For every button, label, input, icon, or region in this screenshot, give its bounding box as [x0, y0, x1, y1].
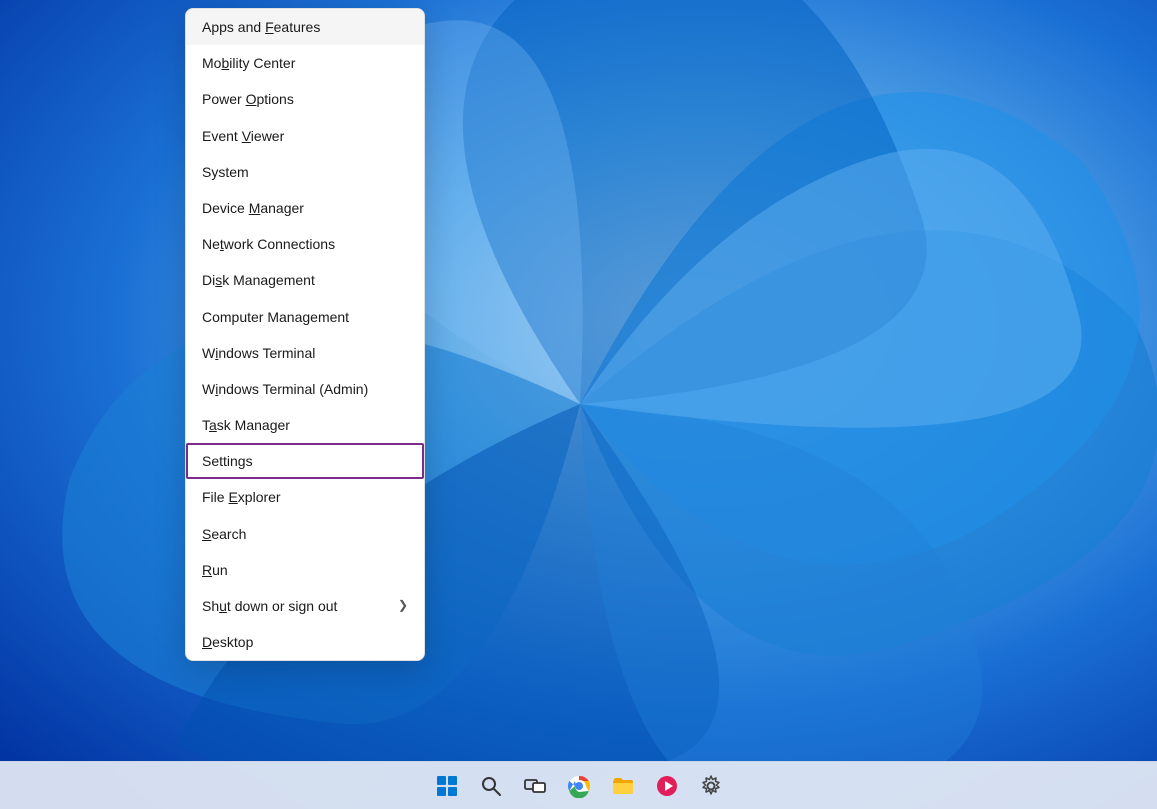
taskbar [0, 761, 1157, 809]
file-explorer-taskbar-button[interactable] [603, 766, 643, 806]
menu-item-windows-terminal[interactable]: Windows Terminal [186, 335, 424, 371]
menu-item-label: Desktop [202, 633, 253, 651]
settings-taskbar-button[interactable] [691, 766, 731, 806]
menu-item-label: Power Options [202, 90, 294, 108]
desktop-background [0, 0, 1157, 809]
menu-item-label: File Explorer [202, 488, 281, 506]
menu-item-label: Network Connections [202, 235, 335, 253]
menu-item-shut-down-sign-out[interactable]: Shut down or sign out ❯ [186, 588, 424, 624]
submenu-arrow-icon: ❯ [398, 598, 408, 614]
menu-item-label: Device Manager [202, 199, 304, 217]
menu-item-settings[interactable]: Settings [186, 443, 424, 479]
start-button[interactable] [427, 766, 467, 806]
menu-item-label: Run [202, 561, 228, 579]
menu-item-label: Windows Terminal [202, 344, 315, 362]
menu-item-label: Mobility Center [202, 54, 295, 72]
context-menu: Apps and Features Mobility Center Power Op… [185, 8, 425, 661]
search-taskbar-button[interactable] [471, 766, 511, 806]
menu-item-system[interactable]: System [186, 154, 424, 190]
menu-item-run[interactable]: Run [186, 552, 424, 588]
chrome-icon[interactable] [559, 766, 599, 806]
menu-item-computer-management[interactable]: Computer Management [186, 299, 424, 335]
menu-item-event-viewer[interactable]: Event Viewer [186, 118, 424, 154]
menu-item-disk-management[interactable]: Disk Management [186, 262, 424, 298]
menu-item-label: Task Manager [202, 416, 290, 434]
menu-item-power-options[interactable]: Power Options [186, 81, 424, 117]
menu-item-label: Shut down or sign out [202, 597, 337, 615]
menu-item-apps-features[interactable]: Apps and Features [186, 9, 424, 45]
menu-item-windows-terminal-admin[interactable]: Windows Terminal (Admin) [186, 371, 424, 407]
menu-item-label: Search [202, 525, 246, 543]
task-view-button[interactable] [515, 766, 555, 806]
menu-item-mobility-center[interactable]: Mobility Center [186, 45, 424, 81]
menu-item-label: Disk Management [202, 271, 315, 289]
menu-item-network-connections[interactable]: Network Connections [186, 226, 424, 262]
menu-item-desktop[interactable]: Desktop [186, 624, 424, 660]
menu-item-label: Windows Terminal (Admin) [202, 380, 368, 398]
menu-item-task-manager[interactable]: Task Manager [186, 407, 424, 443]
menu-item-label: Computer Management [202, 308, 349, 326]
menu-item-device-manager[interactable]: Device Manager [186, 190, 424, 226]
copilot-button[interactable] [647, 766, 687, 806]
menu-item-search[interactable]: Search [186, 516, 424, 552]
wallpaper-swirl [0, 0, 1157, 809]
menu-item-label: Apps and Features [202, 18, 320, 36]
menu-item-label: Event Viewer [202, 127, 284, 145]
menu-item-file-explorer[interactable]: File Explorer [186, 479, 424, 515]
menu-item-label: System [202, 163, 249, 181]
menu-item-label: Settings [202, 452, 253, 470]
